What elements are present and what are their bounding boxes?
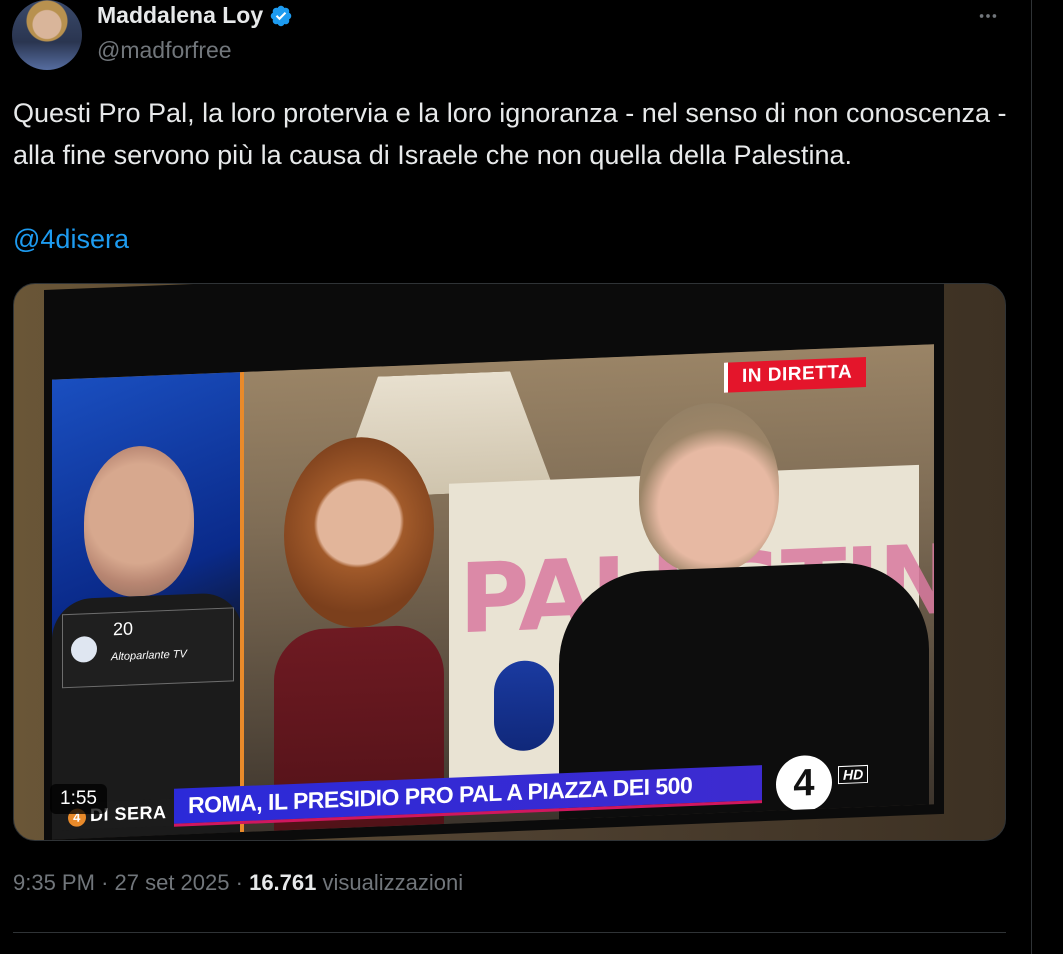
- author-name-row: Maddalena Loy: [97, 2, 293, 29]
- tweet-text: Questi Pro Pal, la loro protervia e la l…: [13, 98, 1007, 170]
- views-label: visualizzazioni: [322, 870, 464, 895]
- author-display-name[interactable]: Maddalena Loy: [97, 2, 263, 29]
- author-avatar[interactable]: [12, 0, 82, 70]
- tv-screen: PALESTIN: [52, 344, 934, 840]
- meta-separator: ·: [101, 870, 109, 895]
- microphone: [494, 659, 554, 752]
- studio-guest-head: [84, 443, 194, 599]
- views-count: 16.761: [249, 870, 317, 895]
- video-player[interactable]: PALESTIN: [13, 283, 1006, 841]
- reporter: [274, 434, 444, 831]
- reporter-head: [284, 434, 434, 631]
- tweet-time[interactable]: 9:35 PM: [13, 870, 95, 895]
- more-options-icon[interactable]: [970, 4, 1006, 28]
- channel-logo: 4: [776, 754, 832, 813]
- tweet-date[interactable]: 27 set 2025: [115, 870, 230, 895]
- tweet-meta: 9:35 PM · 27 set 2025 · 16.761 visualizz…: [13, 870, 463, 896]
- overlay-number: 20: [113, 618, 134, 640]
- overlay-badge-icon: [71, 635, 97, 663]
- meta-separator-2: ·: [235, 870, 243, 895]
- column-border: [1031, 0, 1032, 954]
- overlay-label: Altoparlante TV: [111, 648, 187, 664]
- tv-frame: PALESTIN: [44, 284, 944, 840]
- mention-link[interactable]: @4disera: [13, 218, 129, 260]
- video-duration: 1:55: [50, 784, 107, 814]
- guest-overlay: 20 Altoparlante TV: [62, 607, 234, 689]
- verified-badge-icon[interactable]: [269, 4, 293, 28]
- bottom-divider: [13, 932, 1006, 933]
- interviewee-head: [639, 400, 779, 577]
- author-handle[interactable]: @madforfree: [97, 37, 232, 64]
- live-tag: IN DIRETTA: [724, 356, 867, 393]
- split-divider: [240, 371, 244, 833]
- studio-panel: 20 Altoparlante TV: [52, 372, 242, 840]
- tweet[interactable]: Maddalena Loy @madforfree Questi Pro Pal…: [0, 0, 1030, 954]
- hd-badge: HD: [838, 764, 869, 785]
